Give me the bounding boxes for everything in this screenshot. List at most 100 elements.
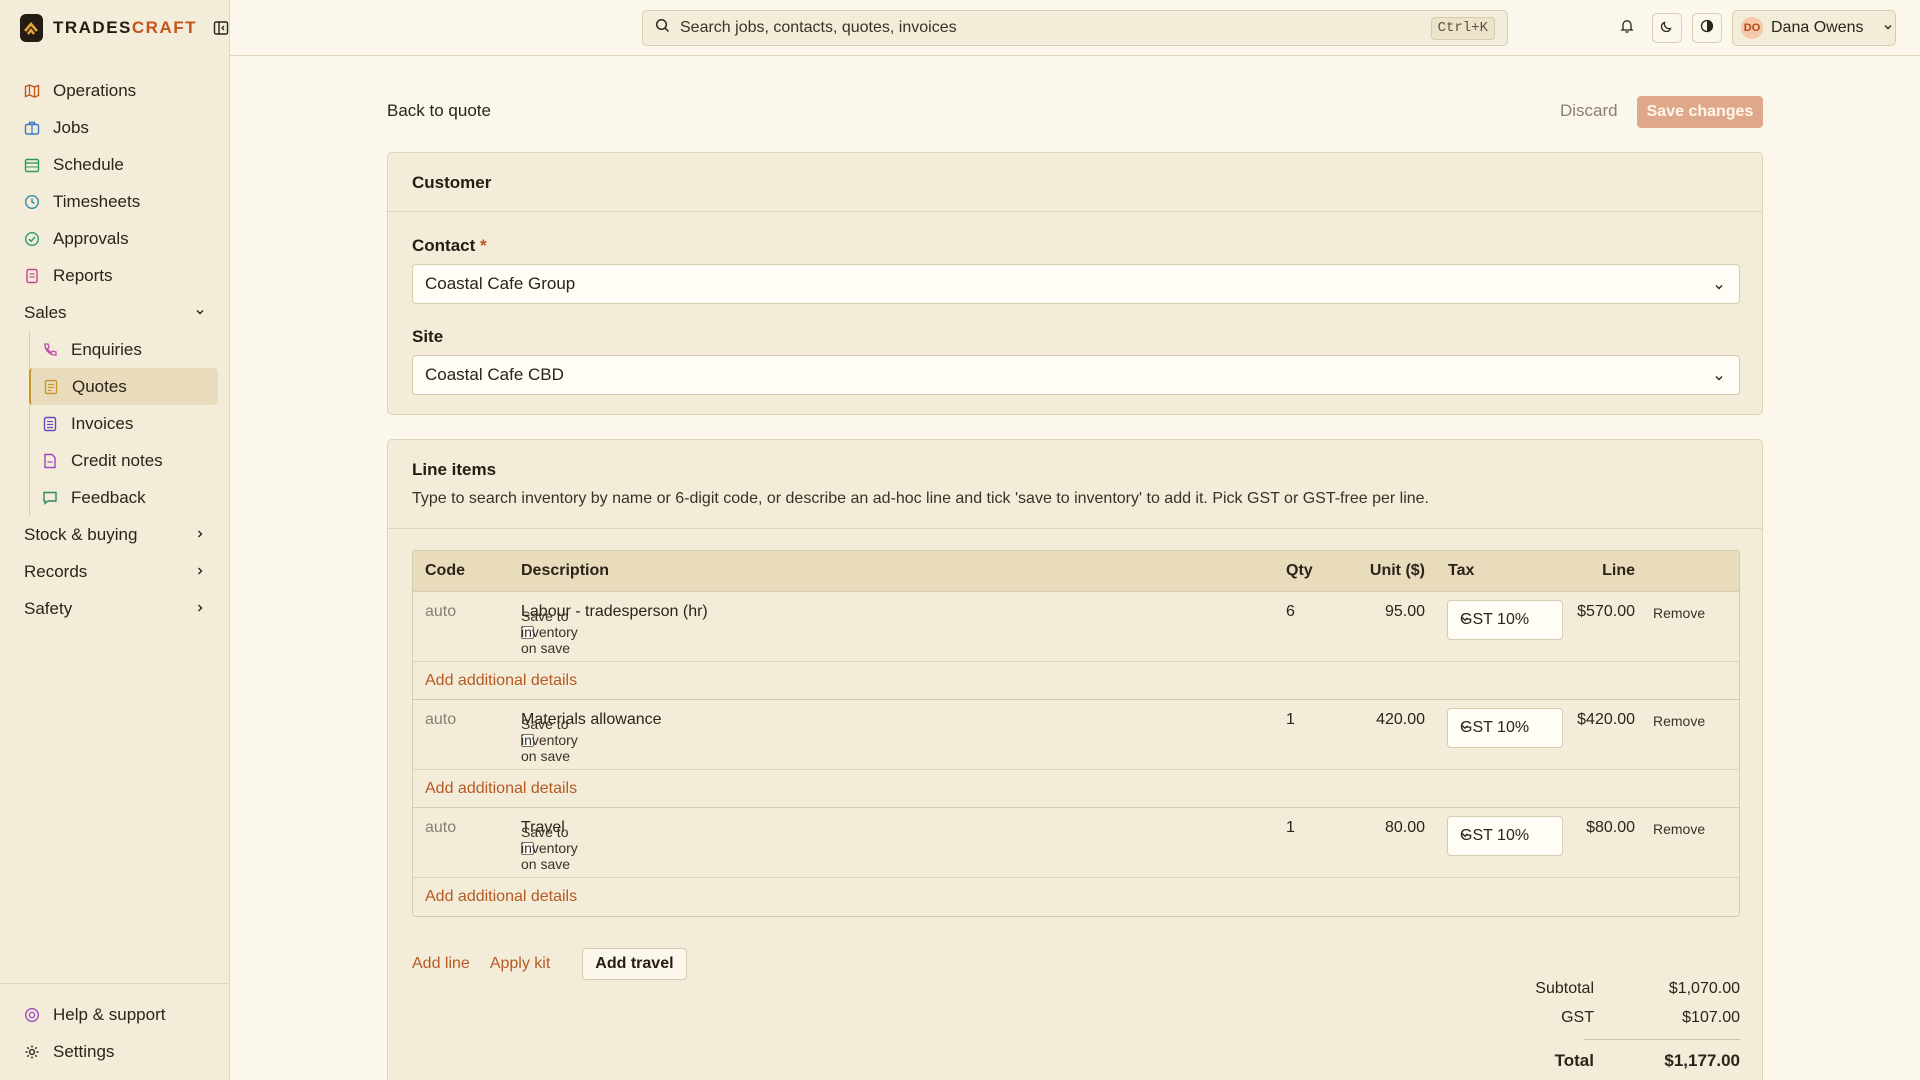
row-tax-select[interactable]: GST 10% <box>1447 600 1563 640</box>
total-label: Total <box>1554 1051 1594 1070</box>
sidebar-item-label: Credit notes <box>71 450 163 470</box>
row-code: auto <box>425 603 457 620</box>
sidebar-item-jobs[interactable]: Jobs <box>0 109 230 146</box>
row-tax-select[interactable]: GST 10% <box>1447 708 1563 748</box>
subtotal-label: Subtotal <box>1535 980 1594 997</box>
sidebar-item-schedule[interactable]: Schedule <box>0 146 230 183</box>
gear-icon <box>24 1044 40 1060</box>
save-changes-button[interactable]: Save changes <box>1637 96 1763 128</box>
topbar: Ctrl+K DO Dana Owens <box>230 0 1920 56</box>
row-unit-price[interactable]: 420.00 <box>1343 711 1425 729</box>
chevron-right-icon <box>194 599 206 619</box>
row-qty[interactable]: 6 <box>1286 603 1295 621</box>
row-unit-price[interactable]: 80.00 <box>1343 819 1425 837</box>
add-additional-details-link[interactable]: Add additional details <box>425 672 577 690</box>
user-name: Dana Owens <box>1771 19 1864 36</box>
credit-note-icon <box>42 453 58 469</box>
sidebar-item-feedback[interactable]: Feedback <box>0 479 230 516</box>
bell-icon <box>1619 18 1635 39</box>
user-menu[interactable]: DO Dana Owens <box>1732 10 1896 46</box>
lifebuoy-icon <box>24 1007 40 1023</box>
column-header-line: Line <box>1602 562 1635 579</box>
sidebar-group-sales[interactable]: Sales <box>0 294 230 331</box>
sidebar-item-label: Schedule <box>53 154 124 174</box>
total-value: $1,177.00 <box>1664 1051 1740 1070</box>
add-additional-details-link[interactable]: Add additional details <box>425 780 577 798</box>
totals-divider <box>1584 1039 1740 1040</box>
sidebar-item-label: Quotes <box>72 376 127 396</box>
contact-select[interactable]: Coastal Cafe Group <box>412 264 1740 304</box>
sidebar-item-reports[interactable]: Reports <box>0 257 230 294</box>
chevron-down-icon <box>1460 611 1470 629</box>
sidebar-group-stock-buying[interactable]: Stock & buying <box>0 516 230 553</box>
sidebar-item-label: Help & support <box>53 1004 166 1024</box>
sidebar-item-credit-notes[interactable]: Credit notes <box>0 442 230 479</box>
save-to-inventory-label: Save to inventory on save <box>521 716 578 764</box>
sidebar-item-invoices[interactable]: Invoices <box>0 405 230 442</box>
row-details: Add additional details <box>413 770 1739 808</box>
customer-card-title: Customer <box>412 173 492 192</box>
sidebar-group-label: Safety <box>24 598 73 618</box>
avatar: DO <box>1741 17 1763 39</box>
moon-icon <box>1660 18 1674 38</box>
add-line-link[interactable]: Add line <box>412 955 470 973</box>
sidebar-sales-submenu: Enquiries Quotes Invoices Credit notes F… <box>0 331 230 516</box>
row-qty[interactable]: 1 <box>1286 711 1295 729</box>
sidebar-item-help[interactable]: Help & support <box>0 996 230 1033</box>
sidebar-item-settings[interactable]: Settings <box>0 1033 230 1070</box>
report-icon <box>24 268 40 284</box>
gst-value: $107.00 <box>1682 1009 1740 1026</box>
contrast-toggle-button[interactable] <box>1692 13 1722 43</box>
sidebar-item-operations[interactable]: Operations <box>0 72 230 109</box>
line-items-description: Type to search inventory by name or 6-di… <box>412 490 1429 507</box>
quote-icon <box>43 379 59 395</box>
table-row: auto Labour - tradesperson (hr) Save to … <box>413 592 1739 662</box>
line-items-actions: Add line Apply kit Add travel <box>412 948 687 980</box>
back-to-quote-link[interactable]: Back to quote <box>387 101 491 121</box>
table-row: auto Materials allowance Save to invento… <box>413 700 1739 770</box>
sidebar-item-label: Feedback <box>71 487 146 507</box>
row-qty[interactable]: 1 <box>1286 819 1295 837</box>
row-line-total: $80.00 <box>1586 819 1635 836</box>
sidebar-item-quotes[interactable]: Quotes <box>29 368 218 405</box>
brand[interactable]: TRADESCRAFT <box>0 0 229 56</box>
discard-button[interactable]: Discard <box>1560 101 1618 121</box>
chevron-down-icon <box>1713 278 1725 298</box>
row-remove-button[interactable]: Remove <box>1653 605 1705 621</box>
sidebar-item-label: Enquiries <box>71 339 142 359</box>
sidebar-group-records[interactable]: Records <box>0 553 230 590</box>
search-input[interactable] <box>680 19 1380 37</box>
contrast-icon <box>1700 18 1714 38</box>
add-additional-details-link[interactable]: Add additional details <box>425 888 577 906</box>
row-tax-select[interactable]: GST 10% <box>1447 816 1563 856</box>
row-details: Add additional details <box>413 878 1739 916</box>
line-items-table: Code Description Qty Unit ($) Tax Line a… <box>412 550 1740 917</box>
phone-icon <box>42 342 58 358</box>
row-remove-button[interactable]: Remove <box>1653 713 1705 729</box>
sidebar-item-enquiries[interactable]: Enquiries <box>0 331 230 368</box>
briefcase-icon <box>24 120 40 136</box>
brand-name: TRADESCRAFT <box>52 18 197 37</box>
sidebar-item-approvals[interactable]: Approvals <box>0 220 230 257</box>
sidebar-item-timesheets[interactable]: Timesheets <box>0 183 230 220</box>
map-icon <box>24 83 40 99</box>
add-travel-button[interactable]: Add travel <box>582 948 687 980</box>
clock-icon <box>24 194 40 210</box>
apply-kit-link[interactable]: Apply kit <box>490 955 550 973</box>
line-items-card-header: Line items Type to search inventory by n… <box>388 440 1762 529</box>
sidebar-collapse-icon[interactable] <box>213 19 229 37</box>
site-label: Site <box>412 327 444 346</box>
site-select[interactable]: Coastal Cafe CBD <box>412 355 1740 395</box>
global-search[interactable]: Ctrl+K <box>642 10 1508 46</box>
sidebar-group-label: Stock & buying <box>24 524 138 544</box>
row-remove-button[interactable]: Remove <box>1653 821 1705 837</box>
site-select-value: Coastal Cafe CBD <box>425 365 564 384</box>
gst-label: GST <box>1561 1009 1594 1026</box>
invoice-icon <box>42 416 58 432</box>
contact-label: Contact * <box>412 236 487 255</box>
row-unit-price[interactable]: 95.00 <box>1343 603 1425 621</box>
notifications-button[interactable] <box>1612 13 1642 43</box>
sidebar-group-safety[interactable]: Safety <box>0 590 230 627</box>
column-header-code: Code <box>425 562 465 579</box>
theme-toggle-button[interactable] <box>1652 13 1682 43</box>
